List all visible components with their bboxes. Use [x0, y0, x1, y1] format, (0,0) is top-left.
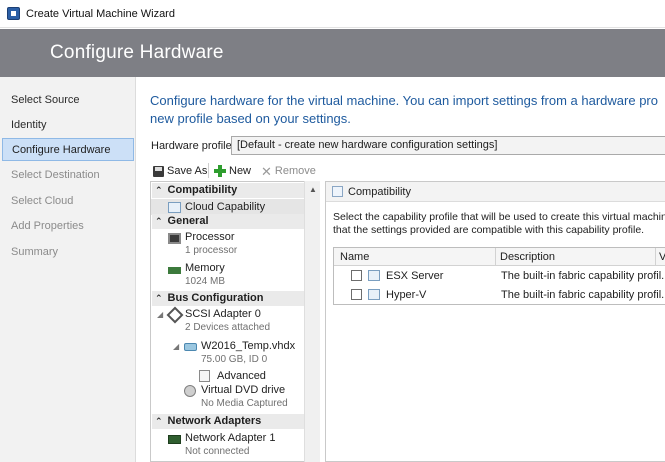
detail-description-line-2: that the settings provided are compatibl…	[333, 224, 645, 236]
section-compatibility-label: Compatibility	[167, 184, 238, 196]
column-header-v[interactable]: V	[659, 251, 665, 263]
scsi-adapter-value: 2 Devices attached	[185, 322, 271, 333]
tree-item-cloud-profiles[interactable]: Cloud Capability Profiles	[151, 199, 304, 225]
collapse-icon: ⌃	[155, 185, 163, 195]
row-description: The built-in fabric capability profil...	[501, 270, 665, 282]
intro-line-2: new profile based on your settings.	[150, 111, 351, 126]
table-row[interactable]: Hyper-V The built-in fabric capability p…	[334, 285, 665, 304]
add-icon	[214, 165, 226, 177]
nav-item-summary: Summary	[11, 246, 59, 258]
section-network-label: Network Adapters	[167, 415, 262, 427]
detail-description: Select the capability profile that will …	[333, 211, 665, 237]
row-checkbox[interactable]	[351, 270, 362, 281]
row-name: Hyper-V	[386, 289, 427, 301]
memory-label: Memory	[185, 262, 225, 274]
save-as-label: Save As	[167, 165, 208, 177]
memory-icon	[168, 267, 181, 274]
app-icon	[7, 7, 20, 20]
collapse-icon: ⌃	[155, 293, 163, 303]
page-banner: Configure Hardware	[0, 29, 665, 77]
nav-item-identity[interactable]: Identity	[2, 114, 134, 137]
scsi-adapter-icon	[166, 306, 184, 324]
dvd-drive-value: No Media Captured	[201, 398, 288, 409]
processor-value: 1 processor	[185, 245, 238, 256]
processor-label: Processor	[185, 231, 235, 243]
nav-item-add-properties: Add Properties	[11, 220, 84, 232]
row-checkbox[interactable]	[351, 289, 362, 300]
dvd-drive-label: Virtual DVD drive	[201, 384, 286, 396]
dvd-drive-icon	[184, 385, 196, 397]
nav-item-select-cloud: Select Cloud	[11, 195, 74, 207]
tree-item-processor[interactable]: Processor 1 processor	[151, 230, 304, 258]
column-header-name[interactable]: Name	[340, 251, 369, 263]
section-compatibility[interactable]: ⌃ Compatibility	[152, 183, 305, 198]
vhdx-value: 75.00 GB, ID 0	[201, 354, 268, 365]
section-general[interactable]: ⌃ General	[152, 214, 305, 229]
row-description: The built-in fabric capability profil...	[501, 289, 665, 301]
column-divider	[655, 248, 656, 266]
collapse-icon: ⌃	[155, 416, 163, 426]
remove-button: ✕ Remove	[261, 163, 316, 179]
hardware-tree: ⌃ Compatibility Cloud Capability Profiles…	[150, 181, 320, 462]
processor-icon	[168, 233, 181, 244]
tree-item-scsi-adapter[interactable]: ◢ SCSI Adapter 0 2 Devices attached	[151, 306, 304, 335]
section-network-adapters[interactable]: ⌃ Network Adapters	[152, 414, 305, 429]
toolbar-divider	[208, 163, 209, 178]
capability-profile-icon	[368, 270, 380, 281]
column-header-description[interactable]: Description	[500, 251, 555, 263]
capability-profile-icon	[368, 289, 380, 300]
new-label: New	[229, 165, 252, 177]
page-title: Configure Hardware	[50, 42, 224, 63]
advanced-label: Advanced	[217, 370, 266, 382]
save-icon	[153, 165, 164, 177]
intro-line-1: Configure hardware for the virtual machi…	[150, 93, 658, 108]
nav-item-select-source[interactable]: Select Source	[2, 89, 134, 112]
network-adapter-value: Not connected	[185, 446, 250, 457]
remove-icon: ✕	[261, 163, 272, 179]
compatibility-icon	[332, 186, 343, 197]
memory-value: 1024 MB	[185, 276, 226, 287]
section-bus-configuration[interactable]: ⌃ Bus Configuration	[152, 291, 305, 306]
new-button[interactable]: New	[214, 163, 251, 179]
section-bus-label: Bus Configuration	[167, 292, 264, 304]
column-divider	[495, 248, 496, 266]
grid-header: Name Description V	[334, 248, 665, 266]
table-row[interactable]: ESX Server The built-in fabric capabilit…	[334, 266, 665, 285]
expand-toggle-icon[interactable]: ◢	[157, 310, 163, 319]
nav-item-select-destination: Select Destination	[11, 169, 100, 181]
collapse-icon: ⌃	[155, 216, 163, 226]
network-adapter-label: Network Adapter 1	[185, 432, 276, 444]
tree-item-network-adapter[interactable]: Network Adapter 1 Not connected	[151, 431, 304, 459]
row-name: ESX Server	[386, 270, 444, 282]
tree-item-vhdx[interactable]: ◢ W2016_Temp.vhdx 75.00 GB, ID 0	[151, 339, 304, 367]
virtual-disk-icon	[184, 343, 197, 351]
nav-item-configure-hardware[interactable]: Configure Hardware	[2, 138, 134, 161]
scsi-adapter-label: SCSI Adapter 0	[185, 308, 261, 320]
hardware-profile-label: Hardware profile:	[151, 140, 235, 152]
section-general-label: General	[167, 215, 209, 227]
hardware-profile-select[interactable]: [Default - create new hardware configura…	[231, 136, 665, 155]
cloud-profile-icon	[168, 202, 181, 213]
intro-text: Configure hardware for the virtual machi…	[150, 92, 665, 128]
save-as-button[interactable]: Save As	[153, 163, 207, 179]
advanced-settings-icon	[199, 370, 210, 382]
detail-header-label: Compatibility	[348, 186, 411, 198]
scroll-up-icon[interactable]: ▲	[309, 185, 317, 194]
detail-header: Compatibility	[326, 182, 665, 202]
wizard-steps-nav: Select Source Identity Configure Hardwar…	[0, 77, 136, 462]
tree-item-dvd-drive[interactable]: Virtual DVD drive No Media Captured	[151, 383, 304, 411]
tree-scrollbar[interactable]: ▲	[304, 181, 320, 462]
tree-item-memory[interactable]: Memory 1024 MB	[151, 261, 304, 289]
remove-label: Remove	[274, 165, 316, 177]
detail-description-line-1: Select the capability profile that will …	[333, 211, 665, 223]
window-title: Create Virtual Machine Wizard	[26, 8, 175, 20]
vhdx-label: W2016_Temp.vhdx	[201, 340, 296, 352]
title-bar: Create Virtual Machine Wizard	[0, 0, 665, 28]
expand-toggle-icon[interactable]: ◢	[173, 342, 179, 351]
network-adapter-icon	[168, 435, 181, 444]
